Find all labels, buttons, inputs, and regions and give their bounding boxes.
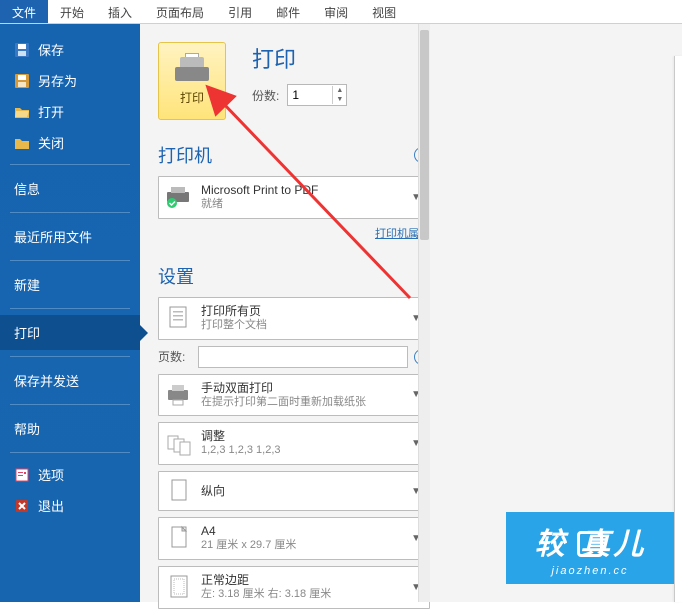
orientation-dropdown[interactable]: 纵向 ▼ bbox=[158, 471, 430, 511]
paper-main: A4 bbox=[201, 524, 401, 539]
margins-dropdown[interactable]: 正常边距 左: 3.18 厘米 右: 3.18 厘米 ▼ bbox=[158, 566, 430, 609]
sidebar-item-label: 选项 bbox=[38, 465, 64, 484]
tab-view[interactable]: 视图 bbox=[360, 0, 408, 23]
spin-down[interactable]: ▼ bbox=[333, 95, 346, 104]
paper-sub: 21 厘米 x 29.7 厘米 bbox=[201, 539, 401, 553]
watermark-logo: 较 真 儿 jiaozhen.cc bbox=[506, 512, 674, 584]
sidebar-item-label: 另存为 bbox=[38, 71, 77, 90]
printer-properties-link[interactable]: 打印机属性 bbox=[158, 225, 430, 241]
tab-insert[interactable]: 插入 bbox=[96, 0, 144, 23]
printer-status: 就绪 bbox=[201, 198, 401, 212]
close-doc-icon bbox=[14, 135, 30, 151]
sidebar-item-label: 退出 bbox=[38, 496, 64, 515]
options-icon bbox=[14, 467, 30, 483]
copies-input[interactable] bbox=[288, 86, 332, 104]
copies-spinner[interactable]: ▲▼ bbox=[287, 84, 347, 106]
sidebar-recent[interactable]: 最近所用文件 bbox=[0, 219, 140, 254]
margins-sub: 左: 3.18 厘米 右: 3.18 厘米 bbox=[201, 588, 401, 602]
preview-pane-edge bbox=[674, 56, 682, 602]
sidebar-options[interactable]: 选项 bbox=[0, 459, 140, 490]
collate-main: 调整 bbox=[201, 429, 401, 444]
printer-name: Microsoft Print to PDF bbox=[201, 183, 401, 198]
sidebar-item-label: 保存 bbox=[38, 40, 64, 59]
orient-main: 纵向 bbox=[201, 484, 401, 499]
sidebar-item-label: 关闭 bbox=[38, 133, 64, 152]
open-icon bbox=[14, 104, 30, 120]
tab-references[interactable]: 引用 bbox=[216, 0, 264, 23]
collate-icon bbox=[165, 431, 193, 457]
sidebar-save-send[interactable]: 保存并发送 bbox=[0, 363, 140, 398]
duplex-icon bbox=[165, 382, 193, 408]
duplex-sub: 在提示打印第二面时重新加载纸张 bbox=[201, 396, 401, 410]
tab-review[interactable]: 审阅 bbox=[312, 0, 360, 23]
scope-sub: 打印整个文档 bbox=[201, 319, 401, 333]
tab-layout[interactable]: 页面布局 bbox=[144, 0, 216, 23]
duplex-dropdown[interactable]: 手动双面打印 在提示打印第二面时重新加载纸张 ▼ bbox=[158, 374, 430, 417]
save-as-icon bbox=[14, 73, 30, 89]
scrollbar-thumb[interactable] bbox=[420, 30, 429, 240]
printer-icon bbox=[175, 57, 209, 85]
printer-ready-icon bbox=[165, 184, 193, 210]
sidebar-new[interactable]: 新建 bbox=[0, 267, 140, 302]
sidebar-help[interactable]: 帮助 bbox=[0, 411, 140, 446]
collate-dropdown[interactable]: 调整 1,2,3 1,2,3 1,2,3 ▼ bbox=[158, 422, 430, 465]
portrait-icon bbox=[165, 478, 193, 504]
exit-icon bbox=[14, 498, 30, 514]
scrollbar[interactable] bbox=[418, 24, 430, 602]
backstage-sidebar: 保存 另存为 打开 关闭 信息 最近所用文件 新建 打印 保存并发送 帮助 bbox=[0, 24, 140, 602]
tab-home[interactable]: 开始 bbox=[48, 0, 96, 23]
spin-up[interactable]: ▲ bbox=[333, 86, 346, 95]
print-button-label: 打印 bbox=[180, 89, 204, 106]
pages-label: 页数: bbox=[158, 348, 192, 365]
margins-icon bbox=[165, 574, 193, 600]
sidebar-info[interactable]: 信息 bbox=[0, 171, 140, 206]
margins-main: 正常边距 bbox=[201, 573, 401, 588]
sidebar-item-label: 打开 bbox=[38, 102, 64, 121]
duplex-main: 手动双面打印 bbox=[201, 381, 401, 396]
tab-mail[interactable]: 邮件 bbox=[264, 0, 312, 23]
settings-section-title: 设置 bbox=[158, 263, 194, 289]
pages-input[interactable] bbox=[198, 346, 408, 368]
print-title: 打印 bbox=[252, 42, 347, 74]
sidebar-item-label: 打印 bbox=[14, 323, 40, 342]
sidebar-save[interactable]: 保存 bbox=[0, 34, 140, 65]
tab-file[interactable]: 文件 bbox=[0, 0, 48, 23]
ribbon-tabs: 文件 开始 插入 页面布局 引用 邮件 审阅 视图 bbox=[0, 0, 682, 24]
pages-all-icon bbox=[165, 305, 193, 331]
sidebar-exit[interactable]: 退出 bbox=[0, 490, 140, 521]
paper-size-dropdown[interactable]: A4 21 厘米 x 29.7 厘米 ▼ bbox=[158, 517, 430, 560]
save-icon bbox=[14, 42, 30, 58]
collate-sub: 1,2,3 1,2,3 1,2,3 bbox=[201, 444, 401, 458]
sidebar-save-as[interactable]: 另存为 bbox=[0, 65, 140, 96]
paper-size-icon bbox=[165, 525, 193, 551]
sidebar-open[interactable]: 打开 bbox=[0, 96, 140, 127]
sidebar-print[interactable]: 打印 bbox=[0, 315, 140, 350]
printer-section-title: 打印机 bbox=[158, 142, 212, 168]
scope-main: 打印所有页 bbox=[201, 304, 401, 319]
sidebar-close[interactable]: 关闭 bbox=[0, 127, 140, 158]
print-scope-dropdown[interactable]: 打印所有页 打印整个文档 ▼ bbox=[158, 297, 430, 340]
print-button[interactable]: 打印 bbox=[158, 42, 226, 120]
copies-label: 份数: bbox=[252, 87, 279, 104]
printer-dropdown[interactable]: Microsoft Print to PDF 就绪 ▼ bbox=[158, 176, 430, 219]
